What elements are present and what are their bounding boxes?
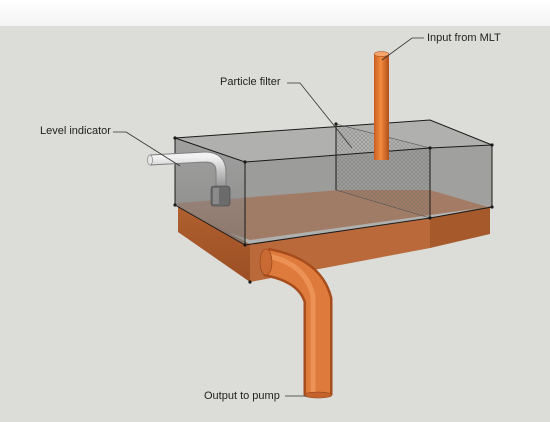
label-particle-filter: Particle filter [220,76,281,88]
tank-right-face [430,145,492,218]
output-pipe [259,247,333,399]
label-output-to-pump: Output to pump [204,390,280,402]
label-input-from-mlt: Input from MLT [427,32,501,44]
input-pipe [373,51,390,160]
diagram-canvas: Input from MLT Particle filter Level ind… [0,0,550,422]
label-level-indicator: Level indicator [40,125,111,137]
tank-illustration [113,37,494,399]
